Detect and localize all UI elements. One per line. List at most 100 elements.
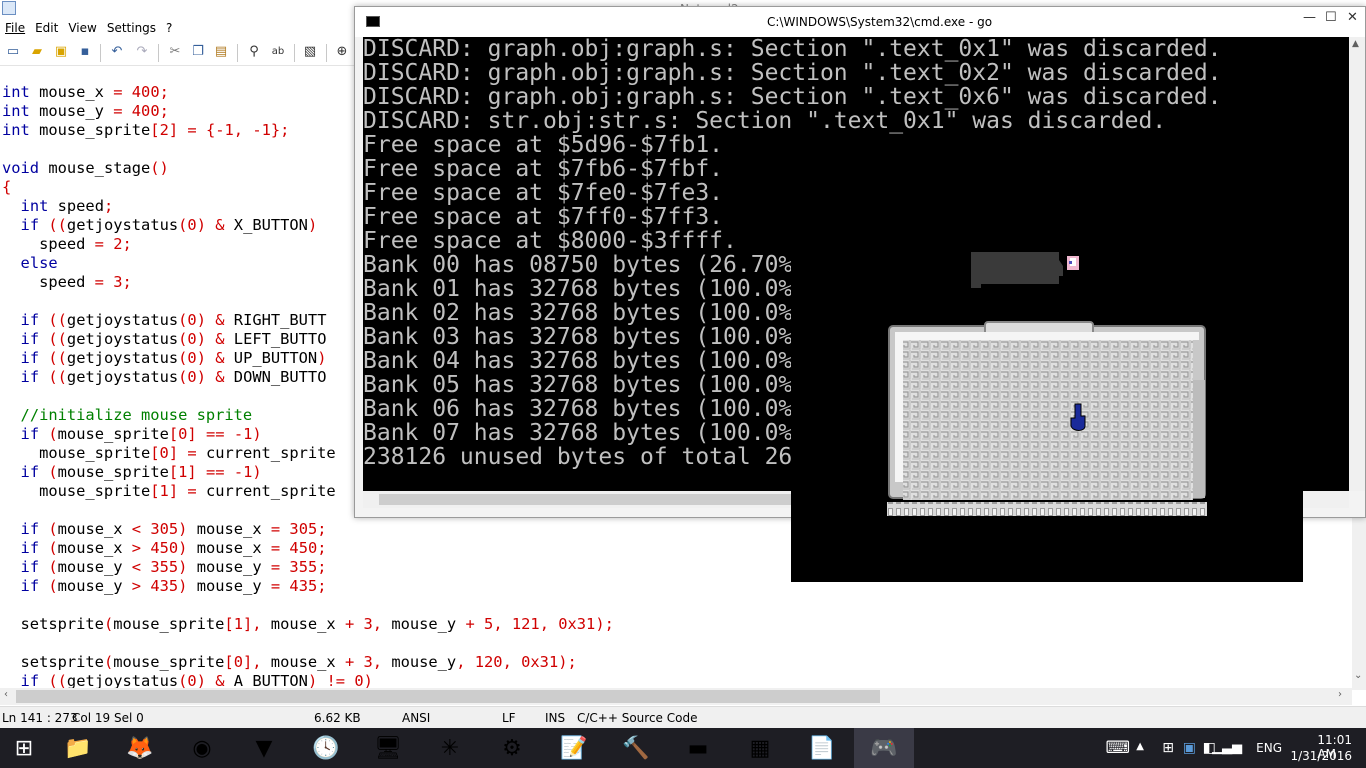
code-line[interactable]: if (mouse_y < 355) mouse_y = 355; (2, 558, 702, 577)
code-editor-lower[interactable]: if (mouse_x < 305) mouse_x = 305; if (mo… (2, 520, 702, 690)
chip-icon[interactable]: ▬ (668, 728, 728, 768)
notepad-app-icon (2, 1, 16, 15)
copy-icon[interactable]: ❐ (190, 44, 206, 60)
undo-icon[interactable]: ↶ (109, 44, 125, 60)
code-line[interactable]: //initialize mouse sprite (2, 406, 354, 425)
filezilla-icon[interactable]: ▼ (234, 728, 294, 768)
code-line[interactable]: if ((getjoystatus(0) & DOWN_BUTTO (2, 368, 354, 387)
replace-icon[interactable]: ab (270, 44, 286, 60)
show-hidden-icons[interactable]: ▲ (1136, 741, 1144, 752)
code-line[interactable]: mouse_sprite[1] = current_sprite (2, 482, 354, 501)
redo-icon[interactable]: ↷ (134, 44, 150, 60)
code-line[interactable]: if ((getjoystatus(0) & RIGHT_BUTT (2, 311, 354, 330)
code-line[interactable]: if ((getjoystatus(0) & X_BUTTON) (2, 216, 354, 235)
code-line[interactable]: if (mouse_x < 305) mouse_x = 305; (2, 520, 702, 539)
code-line[interactable]: if ((getjoystatus(0) & UP_BUTTON) (2, 349, 354, 368)
zsnes-icon[interactable]: 🎮 (854, 728, 914, 768)
code-line[interactable]: speed = 3; (2, 273, 354, 292)
find-icon[interactable]: ⚲ (246, 44, 262, 60)
scroll-down-icon[interactable]: ⌄ (1354, 670, 1362, 681)
clock-icon[interactable]: 🕓 (296, 728, 356, 768)
code-line[interactable] (2, 292, 354, 311)
clock-date[interactable]: 1/31/2016 (1290, 749, 1352, 763)
status-eol[interactable]: LF (502, 711, 516, 725)
code-line[interactable]: mouse_sprite[0] = current_sprite (2, 444, 354, 463)
menu-file[interactable]: File (0, 18, 30, 35)
scroll-left-icon[interactable]: ‹ (4, 689, 8, 700)
code-line[interactable]: int mouse_y = 400; (2, 102, 354, 121)
new-icon[interactable]: ▭ (5, 44, 21, 60)
code-line[interactable]: { (2, 178, 354, 197)
code-line[interactable]: setsprite(mouse_sprite[1], mouse_x + 3, … (2, 615, 702, 634)
cmd-titlebar[interactable]: C:\WINDOWS\System32\cmd.exe - go — ☐ ✕ (355, 7, 1365, 37)
windows-start-icon[interactable]: ⊞ (0, 728, 48, 768)
code-line[interactable]: if (mouse_y > 435) mouse_y = 435; (2, 577, 702, 596)
cmd-line: Free space at $7fb6-$7fbf. (363, 156, 724, 182)
horizontal-scroll-thumb[interactable] (16, 690, 880, 703)
cmd-scroll-thumb[interactable] (379, 494, 791, 505)
cmd-line: Free space at $5d96-$7fb1. (363, 132, 724, 158)
taskbar: ⊞ 📁 🦊 ◉ ▼ 🕓 🖥 ✳ ⚙ 📝 🔨 ▬ ▦ 📄 🎮 ⌨ ▲ ⊞ ▣ ◧ ▁▃▅ ENG 11:01… (0, 728, 1366, 768)
wordwrap-icon[interactable]: ▧ (302, 44, 318, 60)
cmd-line: Free space at $7fe0-$7fe3. (363, 180, 724, 206)
monitor-icon[interactable]: 🖥 (358, 728, 418, 768)
code-line[interactable]: if ((getjoystatus(0) & LEFT_BUTTO (2, 330, 354, 349)
firefox-icon[interactable]: 🦊 (110, 728, 170, 768)
status-col: Col 19 (72, 711, 111, 725)
steam-icon[interactable]: ⚙ (482, 728, 542, 768)
code-line[interactable] (2, 140, 354, 159)
language-indicator[interactable]: ENG (1256, 741, 1282, 755)
keyboard-icon[interactable]: ⌨ (1105, 738, 1130, 758)
paste-icon[interactable]: ▤ (213, 44, 229, 60)
horizontal-scrollbar[interactable]: ‹ › (0, 688, 1352, 705)
notepad-toolbar: ▭ ▰ ▣ ▪ ↶ ↷ ✂ ❐ ▤ ⚲ ab ▧ ⊕ (0, 40, 360, 66)
game-screen (887, 252, 1207, 516)
code-line[interactable] (2, 634, 702, 653)
code-line[interactable]: int mouse_sprite[2] = {-1, -1}; (2, 121, 354, 140)
display-icon[interactable]: ▣ (1183, 740, 1196, 756)
code-line[interactable]: int mouse_x = 400; (2, 83, 354, 102)
calculator-icon[interactable]: ▦ (730, 728, 790, 768)
menu-settings[interactable]: Settings (102, 18, 161, 35)
file-explorer-icon[interactable]: 📁 (48, 728, 108, 768)
code-line[interactable]: int speed; (2, 197, 354, 216)
tools-icon[interactable]: 🔨 (606, 728, 666, 768)
open-icon[interactable]: ▰ (29, 44, 45, 60)
status-lang[interactable]: C/C++ Source Code (577, 711, 697, 725)
zoom-icon[interactable]: ⊕ (334, 44, 350, 60)
status-sel: Sel 0 (114, 711, 144, 725)
browse-icon[interactable]: ▣ (53, 44, 69, 60)
status-size: 6.62 KB (314, 711, 361, 725)
status-ins: INS (545, 711, 566, 725)
status-encoding[interactable]: ANSI (402, 711, 430, 725)
menu-edit[interactable]: Edit (30, 18, 63, 35)
code-line[interactable] (2, 387, 354, 406)
network-icon[interactable]: ✳ (420, 728, 480, 768)
menu-help[interactable]: ? (161, 18, 177, 35)
minimize-icon[interactable]: — (1303, 10, 1316, 25)
code-line[interactable]: else (2, 254, 354, 273)
maximize-icon[interactable]: ☐ (1325, 10, 1337, 25)
zsnes-game-window[interactable] (791, 240, 1303, 582)
code-line[interactable]: if (mouse_sprite[1] == -1) (2, 463, 354, 482)
cmd-line: DISCARD: graph.obj:graph.s: Section ".te… (363, 84, 1222, 110)
save-icon[interactable]: ▪ (77, 44, 93, 60)
code-line[interactable]: if (mouse_x > 450) mouse_x = 450; (2, 539, 702, 558)
scroll-right-icon[interactable]: › (1338, 689, 1342, 700)
code-line[interactable] (2, 596, 702, 615)
document-icon[interactable]: 📄 (792, 728, 852, 768)
notepad-icon[interactable]: 📝 (544, 728, 604, 768)
signal-icon[interactable]: ▁▃▅ (1212, 740, 1242, 755)
code-line[interactable]: void mouse_stage() (2, 159, 354, 178)
windows-icon[interactable]: ⊞ (1162, 740, 1174, 756)
cut-icon[interactable]: ✂ (167, 44, 183, 60)
close-icon[interactable]: ✕ (1347, 10, 1358, 25)
code-line[interactable]: speed = 2; (2, 235, 354, 254)
scroll-up-icon[interactable]: ▲ (1352, 39, 1359, 49)
cmd-line: DISCARD: graph.obj:graph.s: Section ".te… (363, 60, 1222, 86)
code-line[interactable]: setsprite(mouse_sprite[0], mouse_x + 3, … (2, 653, 702, 672)
menu-view[interactable]: View (63, 18, 101, 35)
cmd-vertical-scrollbar[interactable]: ▲ (1349, 37, 1365, 491)
code-line[interactable]: if (mouse_sprite[0] == -1) (2, 425, 354, 444)
chrome-icon[interactable]: ◉ (172, 728, 232, 768)
